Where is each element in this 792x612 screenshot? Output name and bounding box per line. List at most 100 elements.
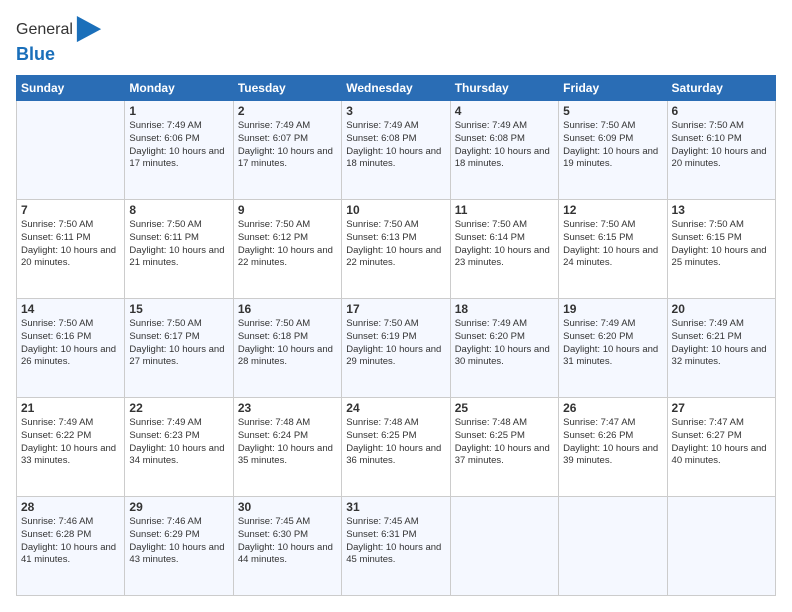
calendar-cell: 18Sunrise: 7:49 AMSunset: 6:20 PMDayligh…: [450, 299, 558, 398]
cell-sun-info: Sunrise: 7:48 AM: [346, 417, 445, 430]
calendar-week-row: 7Sunrise: 7:50 AMSunset: 6:11 PMDaylight…: [17, 200, 776, 299]
cell-sun-info: Sunrise: 7:50 AM: [346, 219, 445, 232]
day-number: 11: [455, 203, 554, 217]
calendar-cell: 2Sunrise: 7:49 AMSunset: 6:07 PMDaylight…: [233, 101, 341, 200]
cell-sunset-info: Sunset: 6:08 PM: [346, 133, 445, 146]
cell-daylight-info: Daylight: 10 hours and 41 minutes.: [21, 542, 120, 568]
calendar-cell: 5Sunrise: 7:50 AMSunset: 6:09 PMDaylight…: [559, 101, 667, 200]
cell-sun-info: Sunrise: 7:50 AM: [346, 318, 445, 331]
cell-daylight-info: Daylight: 10 hours and 25 minutes.: [672, 245, 771, 271]
cell-sun-info: Sunrise: 7:50 AM: [672, 120, 771, 133]
cell-daylight-info: Daylight: 10 hours and 28 minutes.: [238, 344, 337, 370]
header-day: Wednesday: [342, 76, 450, 101]
calendar-cell: 1 Sunrise: 7:49 AMSunset: 6:06 PMDaylight…: [125, 101, 233, 200]
cell-sun-info: Sunrise: 7:49 AM: [129, 120, 228, 133]
day-number: 10: [346, 203, 445, 217]
day-number: 21: [21, 401, 120, 415]
calendar-cell: 16Sunrise: 7:50 AMSunset: 6:18 PMDayligh…: [233, 299, 341, 398]
cell-daylight-info: Daylight: 10 hours and 37 minutes.: [455, 443, 554, 469]
calendar-cell: 13Sunrise: 7:50 AMSunset: 6:15 PMDayligh…: [667, 200, 775, 299]
cell-daylight-info: Daylight: 10 hours and 44 minutes.: [238, 542, 337, 568]
cell-daylight-info: Daylight: 10 hours and 23 minutes.: [455, 245, 554, 271]
day-number: 28: [21, 500, 120, 514]
day-number: 3: [346, 104, 445, 118]
cell-sunset-info: Sunset: 6:21 PM: [672, 331, 771, 344]
logo-general-text: General: [16, 21, 73, 39]
cell-daylight-info: Daylight: 10 hours and 30 minutes.: [455, 344, 554, 370]
cell-sun-info: Sunrise: 7:50 AM: [672, 219, 771, 232]
cell-daylight-info: Daylight: 10 hours and 29 minutes.: [346, 344, 445, 370]
cell-sun-info: Sunrise: 7:50 AM: [129, 219, 228, 232]
cell-sunset-info: Sunset: 6:16 PM: [21, 331, 120, 344]
cell-sunset-info: Sunset: 6:25 PM: [455, 430, 554, 443]
calendar-cell: 15Sunrise: 7:50 AMSunset: 6:17 PMDayligh…: [125, 299, 233, 398]
calendar-cell: 29Sunrise: 7:46 AMSunset: 6:29 PMDayligh…: [125, 497, 233, 596]
day-number: 26: [563, 401, 662, 415]
day-number: 29: [129, 500, 228, 514]
calendar-cell: 11Sunrise: 7:50 AMSunset: 6:14 PMDayligh…: [450, 200, 558, 299]
header-day: Tuesday: [233, 76, 341, 101]
cell-sun-info: Sunrise: 7:50 AM: [238, 219, 337, 232]
calendar-cell: 9Sunrise: 7:50 AMSunset: 6:12 PMDaylight…: [233, 200, 341, 299]
cell-daylight-info: Daylight: 10 hours and 20 minutes.: [672, 146, 771, 172]
calendar-cell: [450, 497, 558, 596]
day-number: 20: [672, 302, 771, 316]
cell-sunset-info: Sunset: 6:23 PM: [129, 430, 228, 443]
calendar-cell: 12Sunrise: 7:50 AMSunset: 6:15 PMDayligh…: [559, 200, 667, 299]
calendar-cell: 22Sunrise: 7:49 AMSunset: 6:23 PMDayligh…: [125, 398, 233, 497]
cell-sunset-info: Sunset: 6:29 PM: [129, 529, 228, 542]
calendar-week-row: 21Sunrise: 7:49 AMSunset: 6:22 PMDayligh…: [17, 398, 776, 497]
day-number: 17: [346, 302, 445, 316]
cell-sun-info: Sunrise: 7:50 AM: [21, 318, 120, 331]
cell-sun-info: Sunrise: 7:49 AM: [346, 120, 445, 133]
cell-daylight-info: Daylight: 10 hours and 27 minutes.: [129, 344, 228, 370]
calendar-header: SundayMondayTuesdayWednesdayThursdayFrid…: [17, 76, 776, 101]
calendar-cell: 31Sunrise: 7:45 AMSunset: 6:31 PMDayligh…: [342, 497, 450, 596]
page: General Blue SundayMondayTuesdayWednesda…: [0, 0, 792, 612]
calendar-cell: 4Sunrise: 7:49 AMSunset: 6:08 PMDaylight…: [450, 101, 558, 200]
day-number: 7: [21, 203, 120, 217]
header-day: Saturday: [667, 76, 775, 101]
cell-daylight-info: Daylight: 10 hours and 31 minutes.: [563, 344, 662, 370]
cell-sun-info: Sunrise: 7:49 AM: [672, 318, 771, 331]
day-number: 1: [129, 104, 228, 118]
cell-sunset-info: Sunset: 6:11 PM: [129, 232, 228, 245]
calendar-cell: [17, 101, 125, 200]
cell-sunset-info: Sunset: 6:30 PM: [238, 529, 337, 542]
cell-daylight-info: Daylight: 10 hours and 18 minutes.: [455, 146, 554, 172]
cell-sunset-info: Sunset: 6:26 PM: [563, 430, 662, 443]
cell-sunset-info: Sunset: 6:31 PM: [346, 529, 445, 542]
day-number: 15: [129, 302, 228, 316]
header: General Blue: [16, 16, 776, 65]
cell-sun-info: Sunrise: 7:49 AM: [455, 120, 554, 133]
cell-daylight-info: Daylight: 10 hours and 32 minutes.: [672, 344, 771, 370]
calendar-cell: 3Sunrise: 7:49 AMSunset: 6:08 PMDaylight…: [342, 101, 450, 200]
day-number: 16: [238, 302, 337, 316]
cell-sun-info: Sunrise: 7:49 AM: [129, 417, 228, 430]
cell-sun-info: Sunrise: 7:49 AM: [563, 318, 662, 331]
cell-daylight-info: Daylight: 10 hours and 21 minutes.: [129, 245, 228, 271]
cell-sun-info: Sunrise: 7:50 AM: [455, 219, 554, 232]
cell-sun-info: Sunrise: 7:46 AM: [21, 516, 120, 529]
calendar-cell: 14Sunrise: 7:50 AMSunset: 6:16 PMDayligh…: [17, 299, 125, 398]
cell-sunset-info: Sunset: 6:07 PM: [238, 133, 337, 146]
day-number: 4: [455, 104, 554, 118]
cell-daylight-info: Daylight: 10 hours and 19 minutes.: [563, 146, 662, 172]
cell-sunset-info: Sunset: 6:28 PM: [21, 529, 120, 542]
day-number: 27: [672, 401, 771, 415]
cell-sun-info: Sunrise: 7:48 AM: [238, 417, 337, 430]
calendar-cell: 6Sunrise: 7:50 AMSunset: 6:10 PMDaylight…: [667, 101, 775, 200]
day-number: 25: [455, 401, 554, 415]
calendar-cell: 24Sunrise: 7:48 AMSunset: 6:25 PMDayligh…: [342, 398, 450, 497]
calendar-cell: 10Sunrise: 7:50 AMSunset: 6:13 PMDayligh…: [342, 200, 450, 299]
day-number: 8: [129, 203, 228, 217]
cell-sunset-info: Sunset: 6:10 PM: [672, 133, 771, 146]
day-number: 23: [238, 401, 337, 415]
cell-sun-info: Sunrise: 7:49 AM: [238, 120, 337, 133]
cell-daylight-info: Daylight: 10 hours and 39 minutes.: [563, 443, 662, 469]
day-number: 13: [672, 203, 771, 217]
cell-sun-info: Sunrise: 7:50 AM: [563, 120, 662, 133]
cell-sunset-info: Sunset: 6:06 PM: [129, 133, 228, 146]
calendar-cell: 21Sunrise: 7:49 AMSunset: 6:22 PMDayligh…: [17, 398, 125, 497]
cell-daylight-info: Daylight: 10 hours and 17 minutes.: [129, 146, 228, 172]
